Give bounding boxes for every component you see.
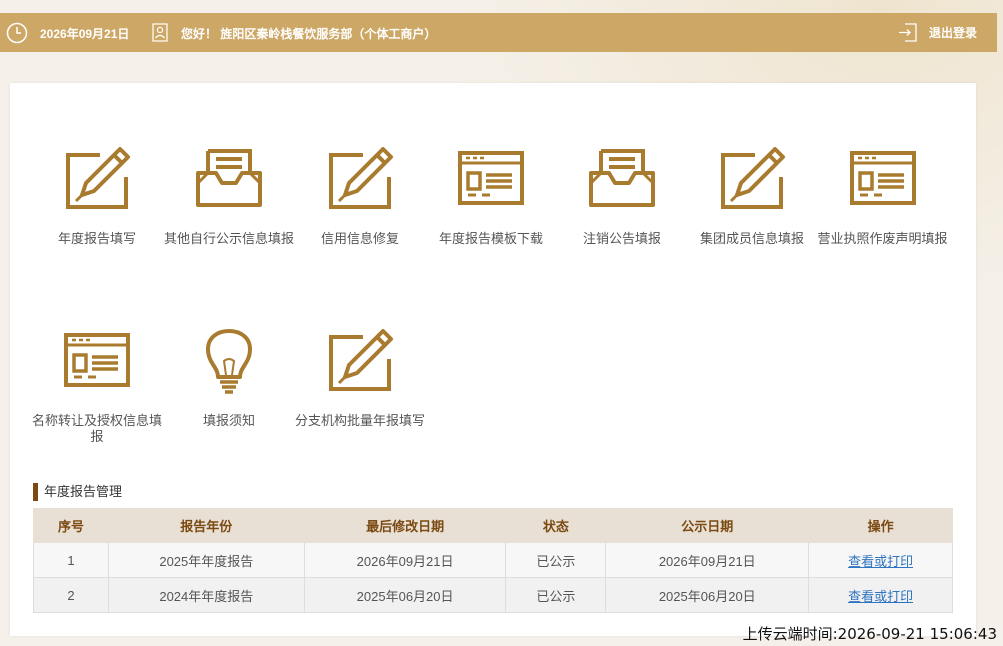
current-date: 2026年09月21日 <box>40 27 130 41</box>
annual-report-table: 序号 报告年份 最后修改日期 状态 公示日期 操作 1 2025年年度报告 20… <box>33 508 953 613</box>
logout-label: 退出登录 <box>928 26 977 40</box>
edit-pencil-icon <box>329 329 393 391</box>
table-header-row: 序号 报告年份 最后修改日期 状态 公示日期 操作 <box>33 508 953 543</box>
tile-annual-report-fill[interactable]: 年度报告填写 <box>27 147 167 247</box>
cell-status: 已公示 <box>505 577 607 613</box>
cell-modified-date: 2026年09月21日 <box>303 542 507 578</box>
tile-label: 分支机构批量年报填写 <box>294 413 425 428</box>
greeting-text: 您好！ 旌阳区秦岭栈餐饮服务部（个体工商户） <box>181 27 437 41</box>
cell-status: 已公示 <box>505 542 607 578</box>
tile-label: 营业执照作废声明填报 <box>817 231 948 246</box>
column-header: 操作 <box>808 508 953 543</box>
tile-group-member-info[interactable]: 集团成员信息填报 <box>682 147 822 247</box>
tile-credit-repair[interactable]: 信用信息修复 <box>290 147 430 247</box>
template-window-icon <box>849 151 916 205</box>
main-panel: 年度报告填写 其他自行公示信息填报 信用信息修复 年度报告模板下载 注销公告填报… <box>10 83 976 636</box>
top-bar: 2026年09月21日 您好！ 旌阳区秦岭栈餐饮服务部（个体工商户） 退出登录 <box>0 13 997 52</box>
tile-label: 注销公告填报 <box>582 231 661 246</box>
tile-filing-instructions[interactable]: 填报须知 <box>159 329 299 429</box>
lightbulb-icon <box>206 329 252 394</box>
edit-pencil-icon <box>66 147 130 209</box>
edit-pencil-icon <box>721 147 785 209</box>
edit-pencil-icon <box>329 147 393 209</box>
tile-label: 填报须知 <box>202 413 255 428</box>
cell-published-date: 2025年06月20日 <box>605 577 810 613</box>
tile-other-disclosure[interactable]: 其他自行公示信息填报 <box>159 147 299 247</box>
cell-index: 2 <box>33 577 109 613</box>
cell-index: 1 <box>33 542 109 578</box>
user-icon <box>152 23 168 42</box>
cell-modified-date: 2025年06月20日 <box>303 577 507 613</box>
clock-icon <box>6 22 28 44</box>
tile-template-download[interactable]: 年度报告模板下载 <box>421 147 561 247</box>
view-or-print-link[interactable]: 查看或打印 <box>848 589 913 604</box>
logout-button[interactable]: 退出登录 <box>898 23 977 42</box>
inbox-tray-icon <box>196 149 262 207</box>
template-window-icon <box>458 151 524 205</box>
column-header: 最后修改日期 <box>303 508 507 543</box>
table-row: 2 2024年年度报告 2025年06月20日 已公示 2025年06月20日 … <box>33 577 953 613</box>
tile-label: 名称转让及授权信息填报 <box>31 413 162 444</box>
tile-label: 集团成员信息填报 <box>699 231 804 246</box>
inbox-tray-icon <box>589 149 655 207</box>
tile-label: 信用信息修复 <box>320 231 399 246</box>
tile-label: 年度报告填写 <box>57 231 136 246</box>
section-title-annual-reports: 年度报告管理 <box>33 483 122 501</box>
template-window-icon <box>64 333 130 387</box>
tile-cancellation-notice[interactable]: 注销公告填报 <box>552 147 692 247</box>
upload-time-text: 上传云端时间:2026-09-21 15:06:43 <box>742 625 997 643</box>
column-header: 序号 <box>33 508 109 543</box>
tile-name-transfer-authorization[interactable]: 名称转让及授权信息填报 <box>27 329 167 445</box>
logout-icon <box>898 23 917 42</box>
cell-published-date: 2026年09月21日 <box>605 542 810 578</box>
cell-action: 查看或打印 <box>808 577 953 613</box>
cell-action: 查看或打印 <box>808 542 953 578</box>
tile-label: 其他自行公示信息填报 <box>163 231 294 246</box>
cell-year: 2025年年度报告 <box>107 542 305 578</box>
view-or-print-link[interactable]: 查看或打印 <box>848 554 913 569</box>
cell-year: 2024年年度报告 <box>107 577 305 613</box>
tile-license-void-statement[interactable]: 营业执照作废声明填报 <box>810 147 955 247</box>
column-header: 报告年份 <box>107 508 305 543</box>
tile-label: 年度报告模板下载 <box>438 231 543 246</box>
column-header: 状态 <box>505 508 607 543</box>
tile-branch-batch-report[interactable]: 分支机构批量年报填写 <box>290 329 430 429</box>
table-row: 1 2025年年度报告 2026年09月21日 已公示 2026年09月21日 … <box>33 542 953 578</box>
column-header: 公示日期 <box>605 508 810 543</box>
